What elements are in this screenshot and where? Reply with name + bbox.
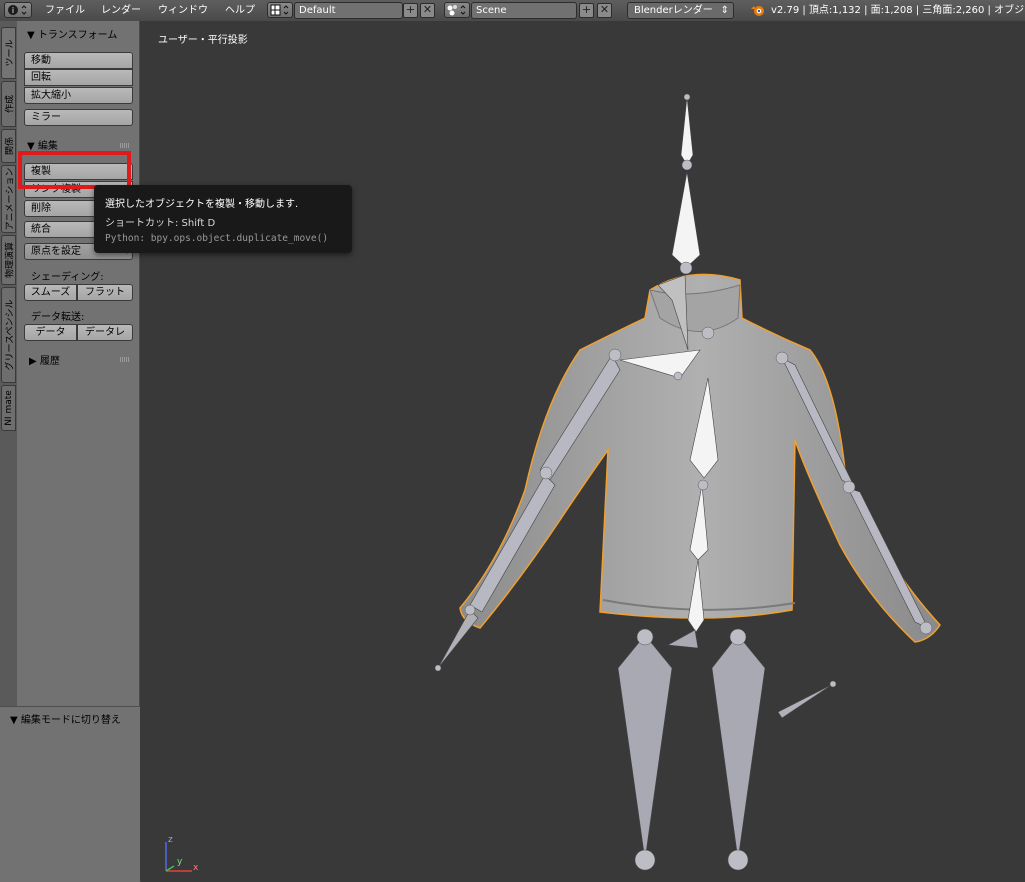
scene-selector[interactable] xyxy=(444,2,470,18)
add-scene-icon[interactable]: + xyxy=(579,3,594,18)
transform-panel-header[interactable]: ▼ トランスフォーム xyxy=(27,26,117,41)
axis-x-label: x xyxy=(193,863,199,873)
screen-layout-name-field[interactable]: Default xyxy=(294,2,403,19)
blender-logo-icon xyxy=(751,6,764,16)
render-engine-dropdown[interactable]: Blenderレンダー ⇕ xyxy=(627,2,734,19)
dropdown-arrows-icon: ⇕ xyxy=(720,5,729,16)
scene-name-field[interactable]: Scene xyxy=(471,2,577,19)
tool-shelf: ▼ トランスフォーム 移動 回転 拡大縮小 ミラー ▼ 編集 複製 リンク複製 … xyxy=(17,21,140,706)
panel-grip-icon[interactable] xyxy=(120,143,130,148)
toggle-editmode-panel-header[interactable]: ▼ 編集モードに切り替え xyxy=(10,711,121,726)
history-panel-header[interactable]: ▶ 履歴 xyxy=(29,352,60,367)
annotation-highlight-box xyxy=(18,151,131,189)
tab-grease-pencil[interactable]: グリースペンシル xyxy=(1,287,16,383)
shade-smooth-button[interactable]: スムーズ xyxy=(24,284,77,301)
remove-layout-icon[interactable]: ✕ xyxy=(420,3,435,18)
shading-label: シェーディング: xyxy=(31,272,104,283)
data-layout-transfer-button[interactable]: データレ xyxy=(77,324,133,341)
tooltip: 選択したオブジェクトを複製・移動します. ショートカット: Shift D Py… xyxy=(94,185,352,253)
tooltip-python: Python: bpy.ops.object.duplicate_move() xyxy=(105,233,329,244)
screen-layout-selector[interactable] xyxy=(267,2,293,18)
viewport-view-label: ユーザー・平行投影 xyxy=(158,35,248,46)
mirror-button[interactable]: ミラー xyxy=(24,109,133,126)
scale-button[interactable]: 拡大縮小 xyxy=(24,87,133,104)
shade-flat-button[interactable]: フラット xyxy=(77,284,133,301)
menu-file[interactable]: ファイル xyxy=(45,0,85,21)
tab-tools[interactable]: ツール xyxy=(1,27,16,79)
tooltip-description: 選択したオブジェクトを複製・移動します. xyxy=(105,199,299,210)
menu-render[interactable]: レンダー xyxy=(101,0,141,21)
tab-physics[interactable]: 物理演算 xyxy=(1,235,16,285)
tab-ni-mate[interactable]: NI mate xyxy=(1,385,16,431)
layout-grid-icon xyxy=(270,4,289,16)
menu-window[interactable]: ウィンドウ xyxy=(158,0,208,21)
operator-panel: ▼ 編集モードに切り替え xyxy=(0,706,141,882)
edit-panel-header[interactable]: ▼ 編集 xyxy=(27,137,58,152)
remove-scene-icon[interactable]: ✕ xyxy=(597,3,612,18)
tab-create[interactable]: 作成 xyxy=(1,81,16,127)
tab-animation[interactable]: アニメーション xyxy=(1,165,16,233)
rotate-button[interactable]: 回転 xyxy=(24,69,133,86)
tooltip-shortcut: ショートカット: Shift D xyxy=(105,218,216,229)
scene-icon xyxy=(447,5,466,16)
viewport-scene xyxy=(165,93,941,872)
tool-shelf-tabs: ツール 作成 関係 アニメーション 物理演算 グリースペンシル NI mate xyxy=(0,21,17,706)
3d-viewport[interactable]: z y x xyxy=(140,21,1025,881)
editor-type-button[interactable]: i xyxy=(4,2,32,18)
data-transfer-label: データ転送: xyxy=(31,312,85,323)
render-engine-label: Blenderレンダー xyxy=(634,5,713,16)
tab-relations[interactable]: 関係 xyxy=(1,129,16,163)
axis-z-label: z xyxy=(168,835,173,845)
top-header-bar: i ファイル レンダー ウィンドウ ヘルプ Default + ✕ Scene … xyxy=(0,0,1025,22)
menu-help[interactable]: ヘルプ xyxy=(225,0,255,21)
info-icon: i xyxy=(8,5,27,15)
axis-y-label: y xyxy=(177,857,183,867)
panel-grip-icon[interactable] xyxy=(120,357,130,362)
svg-text:i: i xyxy=(12,6,14,15)
add-layout-icon[interactable]: + xyxy=(403,3,418,18)
data-transfer-button[interactable]: データ xyxy=(24,324,77,341)
set-origin-label: 原点を設定 xyxy=(31,246,81,257)
scene-statistics: v2.79 | 頂点:1,132 | 面:1,208 | 三角面:2,260 |… xyxy=(771,5,1025,16)
translate-button[interactable]: 移動 xyxy=(24,52,133,69)
